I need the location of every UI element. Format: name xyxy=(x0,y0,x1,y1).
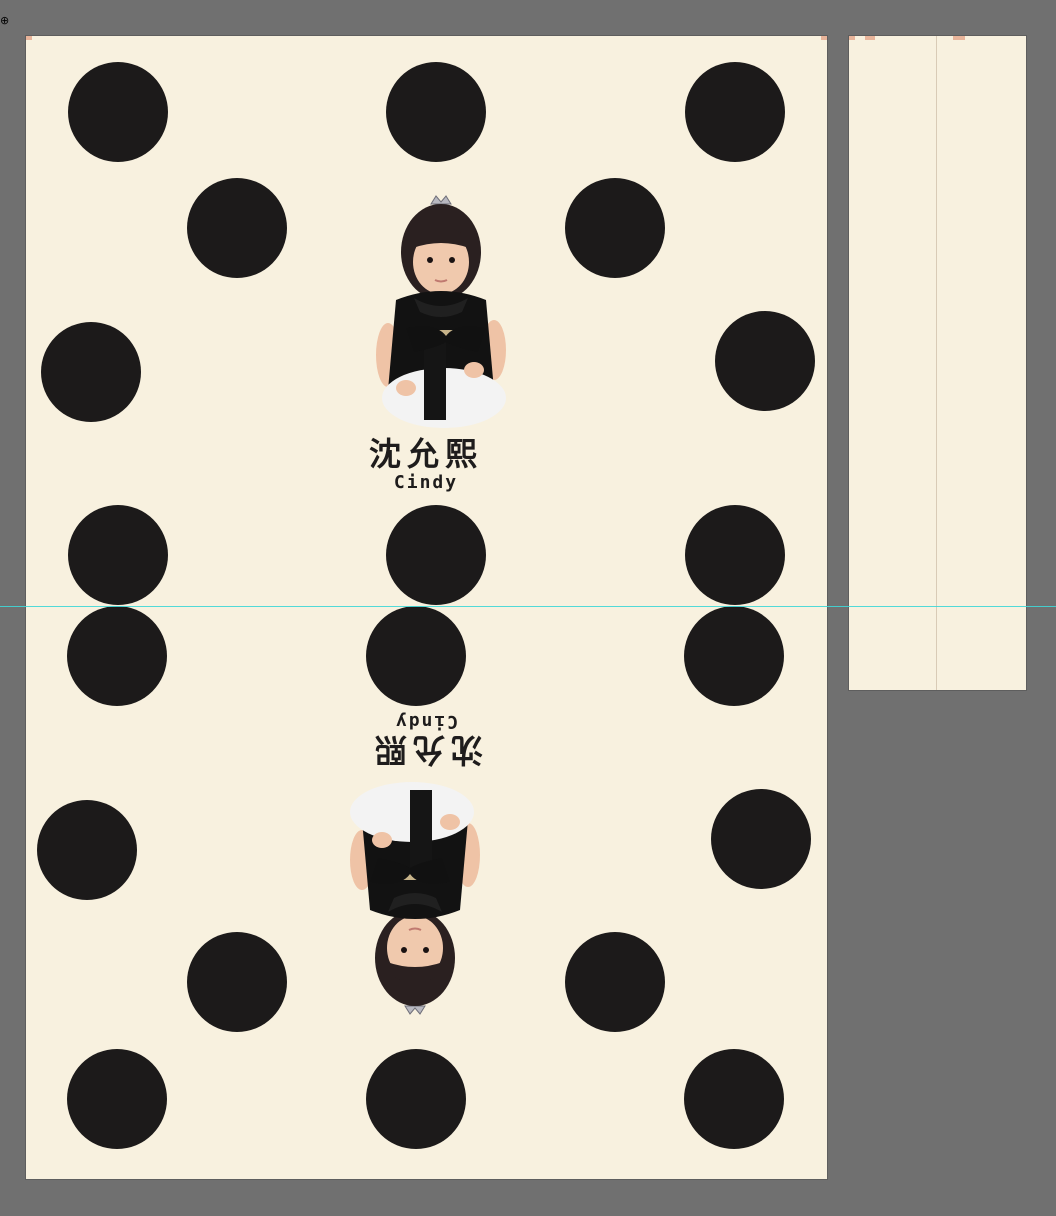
polka-dot xyxy=(187,178,287,278)
child-name-chinese-flipped: 沈允熙 xyxy=(369,731,484,769)
polka-dot xyxy=(685,62,785,162)
registration-mark xyxy=(26,36,32,40)
name-label-top: 沈允熙 Cindy xyxy=(326,436,526,494)
child-portrait-photo-flipped xyxy=(350,782,480,1015)
panel-divider xyxy=(936,36,937,690)
polka-dot xyxy=(711,789,811,889)
polka-dot xyxy=(684,1049,784,1149)
polka-dot xyxy=(41,322,141,422)
child-name-english: Cindy xyxy=(393,472,459,493)
polka-dot xyxy=(37,800,137,900)
child-portrait-photo xyxy=(376,195,506,428)
polka-dot xyxy=(187,932,287,1032)
child-name-english-flipped: Cindy xyxy=(393,711,459,732)
registration-mark xyxy=(821,36,827,40)
polka-dot xyxy=(685,505,785,605)
polka-dot xyxy=(386,62,486,162)
polka-dot xyxy=(715,311,815,411)
horizontal-guide-line[interactable] xyxy=(0,606,1056,607)
registration-mark xyxy=(865,36,875,40)
polka-dot xyxy=(366,1049,466,1149)
polka-dot xyxy=(68,505,168,605)
polka-dot xyxy=(386,505,486,605)
polka-dot xyxy=(366,606,466,706)
polka-dot xyxy=(565,178,665,278)
name-label-bottom: 沈允熙 Cindy xyxy=(326,710,526,769)
polka-dot xyxy=(67,1049,167,1149)
child-name-chinese: 沈允熙 xyxy=(368,435,483,473)
main-artboard[interactable]: 沈允熙 Cindy 沈允熙 Cindy xyxy=(26,36,827,1179)
registration-mark xyxy=(953,36,965,40)
registration-mark xyxy=(849,36,855,40)
move-cursor-icon: ⊕ xyxy=(0,14,10,27)
polka-dot xyxy=(68,62,168,162)
polka-dot xyxy=(684,606,784,706)
polka-dot xyxy=(565,932,665,1032)
side-panel-artboard[interactable] xyxy=(849,36,1026,690)
polka-dot xyxy=(67,606,167,706)
